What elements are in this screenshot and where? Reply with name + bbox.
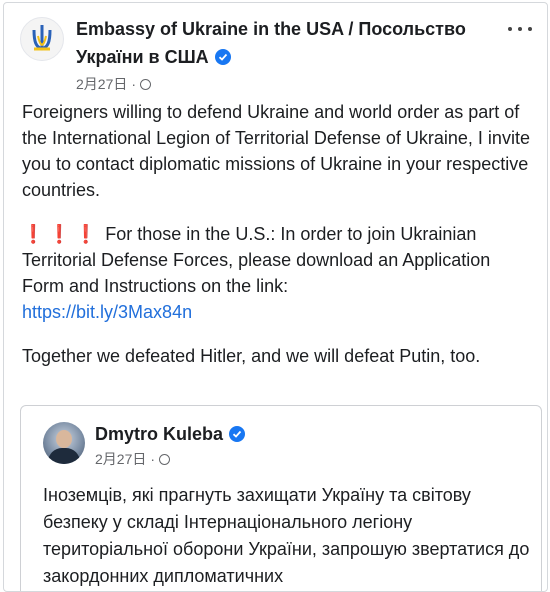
page-name[interactable]: Embassy of Ukraine in the USA / Посольст…	[76, 15, 496, 71]
more-options-icon[interactable]	[508, 23, 532, 35]
post-paragraph-2: ❗❗❗ For those in the U.S.: In order to jo…	[22, 221, 534, 325]
verified-badge-icon	[214, 49, 231, 65]
shared-post-card[interactable]: Dmytro Kuleba 2月27日 · Іноземців, які пра…	[20, 405, 542, 591]
page-name-text[interactable]: Embassy of Ukraine in the USA / Посольст…	[76, 19, 466, 67]
meta-separator: ·	[131, 76, 137, 92]
post-paragraph-1: Foreigners willing to defend Ukraine and…	[22, 102, 530, 200]
post-body: Foreigners willing to defend Ukraine and…	[22, 99, 534, 387]
meta-separator: ·	[150, 451, 156, 467]
exclamation-icon: ❗❗❗	[22, 224, 102, 244]
application-form-link[interactable]: https://bit.ly/3Max84n	[22, 302, 192, 322]
shared-post-date[interactable]: 2月27日	[95, 450, 146, 468]
post-paragraph-3: Together we defeated Hitler, and we will…	[22, 346, 481, 366]
shared-post-meta: 2月27日 ·	[95, 450, 171, 468]
author-avatar[interactable]	[43, 422, 85, 464]
post-date[interactable]: 2月27日	[76, 75, 127, 93]
post-meta: 2月27日 ·	[76, 75, 152, 93]
facebook-post: Embassy of Ukraine in the USA / Посольст…	[3, 2, 548, 592]
trident-icon	[32, 25, 52, 51]
shared-author-text[interactable]: Dmytro Kuleba	[95, 424, 223, 444]
globe-icon[interactable]	[140, 78, 152, 90]
post-header: Embassy of Ukraine in the USA / Посольст…	[20, 15, 540, 95]
page-avatar[interactable]	[20, 17, 64, 61]
shared-post-text: Іноземців, які прагнуть захищати Україну…	[43, 485, 530, 586]
globe-icon[interactable]	[159, 453, 171, 465]
shared-author-name[interactable]: Dmytro Kuleba	[95, 422, 246, 446]
verified-badge-icon	[229, 426, 246, 442]
